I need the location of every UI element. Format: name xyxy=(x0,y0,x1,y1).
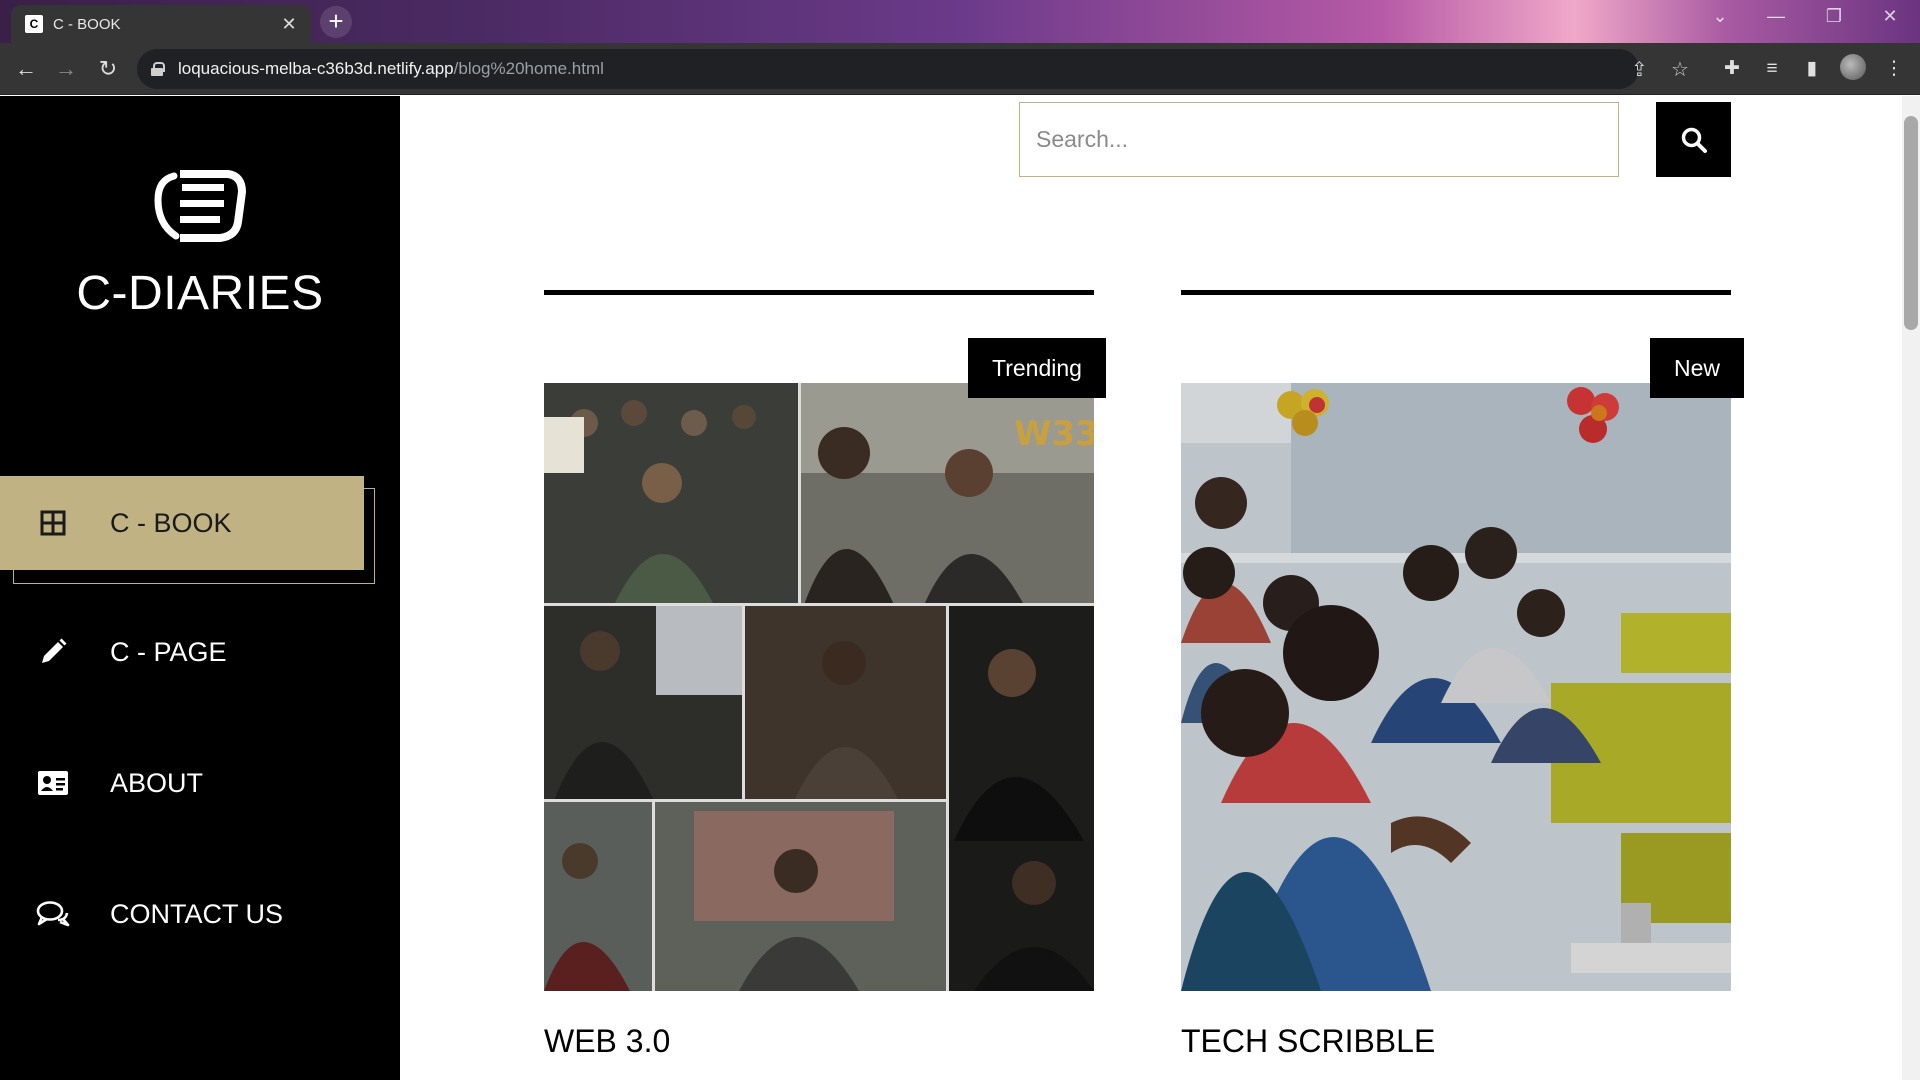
tab-search-icon[interactable]: ⌄ xyxy=(1700,6,1740,27)
grid-icon xyxy=(36,506,70,540)
card-divider-right xyxy=(1181,290,1731,295)
sidebar-item-c-book[interactable]: C - BOOK xyxy=(0,476,364,570)
reload-icon[interactable]: ↻ xyxy=(92,53,124,85)
restore-button[interactable]: ❐ xyxy=(1814,6,1854,27)
sidebar: C-DIARIES C - BOOK C - PAGE ABOUT CONTAC… xyxy=(0,96,400,1080)
bookmark-star-icon[interactable]: ☆ xyxy=(1671,57,1689,82)
browser-tab-strip: C C - BOOK ✕ + ⌄ — ❐ ✕ xyxy=(0,0,1920,43)
url-host: loquacious-melba-c36b3d.netlify.app xyxy=(178,59,454,78)
scrollbar-thumb[interactable] xyxy=(1904,116,1918,330)
profile-avatar[interactable] xyxy=(1840,54,1866,80)
search-button[interactable] xyxy=(1656,102,1731,177)
side-panel-icon[interactable]: ▮ xyxy=(1798,55,1826,83)
post-image-classroom[interactable] xyxy=(1181,383,1731,991)
sidebar-item-label: C - PAGE xyxy=(110,636,227,667)
tab-favicon: C xyxy=(25,15,43,33)
main-content: W33 xyxy=(400,96,1902,1080)
new-badge: New xyxy=(1650,338,1744,398)
tab-close-icon[interactable]: ✕ xyxy=(277,14,301,35)
trending-badge: Trending xyxy=(968,338,1106,398)
search-icon xyxy=(1681,127,1707,153)
new-tab-button[interactable]: + xyxy=(320,6,352,38)
card-divider-left xyxy=(544,290,1094,295)
menu-kebab-icon[interactable]: ⋮ xyxy=(1880,55,1908,83)
sidebar-item-c-page[interactable]: C - PAGE xyxy=(0,605,400,699)
address-bar[interactable]: loquacious-melba-c36b3d.netlify.app/blog… xyxy=(137,49,1689,89)
sidebar-item-label: CONTACT US xyxy=(110,898,284,929)
id-card-icon xyxy=(36,766,70,800)
chat-bubbles-icon xyxy=(36,897,70,931)
sidebar-item-label: ABOUT xyxy=(110,767,204,798)
post-title[interactable]: TECH SCRIBBLE xyxy=(1181,1023,1435,1060)
post-title[interactable]: WEB 3.0 xyxy=(544,1023,670,1060)
pencil-icon xyxy=(36,635,70,669)
post-image-collage[interactable]: W33 xyxy=(544,383,1094,991)
sidebar-item-contact-us[interactable]: CONTACT US xyxy=(0,867,400,961)
browser-tab[interactable]: C C - BOOK ✕ xyxy=(11,5,311,43)
extensions-icon[interactable]: ✚ xyxy=(1718,55,1746,83)
lock-icon xyxy=(151,62,165,76)
url-path: /blog%20home.html xyxy=(453,59,604,78)
svg-text:W33: W33 xyxy=(1014,414,1094,454)
sidebar-item-label: C - BOOK xyxy=(110,507,232,538)
search-input[interactable] xyxy=(1019,102,1619,177)
tab-title: C - BOOK xyxy=(53,15,121,33)
close-window-button[interactable]: ✕ xyxy=(1870,6,1910,27)
media-queue-icon[interactable]: ≡ xyxy=(1758,55,1786,83)
share-icon[interactable]: ⇪ xyxy=(1631,57,1648,82)
c-diaries-logo-icon xyxy=(154,170,246,242)
browser-toolbar: ← → ↻ loquacious-melba-c36b3d.netlify.ap… xyxy=(0,43,1920,95)
minimize-button[interactable]: — xyxy=(1756,6,1796,27)
brand-title: C-DIARIES xyxy=(76,267,324,320)
forward-icon[interactable]: → xyxy=(50,53,82,85)
sidebar-item-about[interactable]: ABOUT xyxy=(0,736,400,830)
back-icon[interactable]: ← xyxy=(10,53,42,85)
